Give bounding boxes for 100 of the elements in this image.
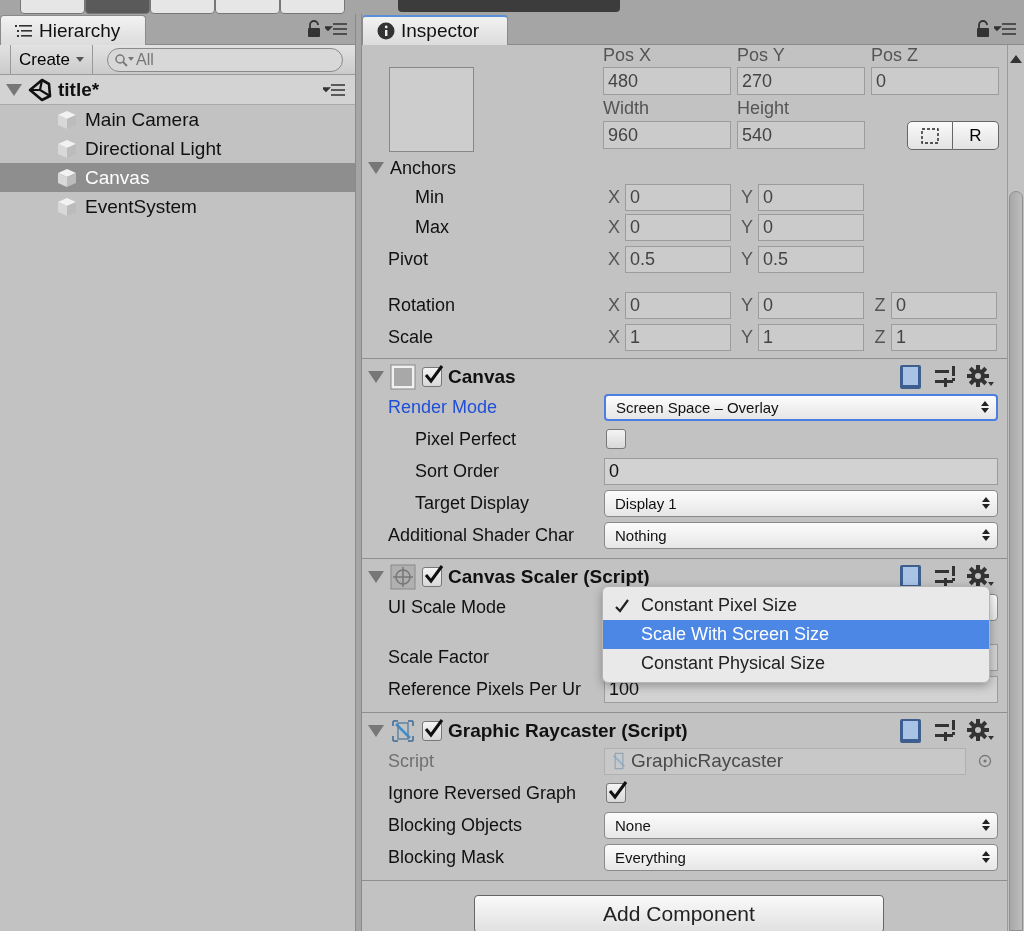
hierarchy-item[interactable]: Canvas	[0, 163, 355, 192]
foldout-icon[interactable]	[368, 570, 384, 584]
settings-icon[interactable]	[967, 365, 996, 389]
caret-icon	[76, 56, 85, 63]
menu-item[interactable]: Constant Pixel Size	[603, 591, 989, 620]
axis-label: Y	[740, 295, 754, 316]
field-label: Pos X	[603, 45, 652, 65]
property-label: Render Mode	[388, 396, 498, 418]
checkbox[interactable]	[606, 429, 626, 449]
component-title: Canvas	[448, 366, 516, 388]
settings-icon[interactable]	[967, 565, 996, 589]
checkbox[interactable]	[422, 367, 442, 387]
inspector-tab[interactable]: Inspector	[362, 15, 508, 45]
input-field[interactable]: 0.5	[625, 246, 731, 273]
dropdown[interactable]: Nothing	[604, 521, 998, 549]
property-label: Min	[415, 187, 444, 207]
info-icon	[377, 22, 395, 40]
scene-name: title*	[58, 78, 100, 101]
scrollbar[interactable]	[1007, 45, 1024, 931]
input-field[interactable]: 0	[758, 292, 864, 319]
checkbox[interactable]	[422, 721, 442, 741]
sliders-icon[interactable]	[933, 565, 958, 589]
property-label: Anchors	[390, 157, 457, 179]
property-label: Reference Pixels Per Ur	[388, 678, 582, 700]
property-label: Blocking Objects	[388, 814, 523, 836]
input-field[interactable]: 270	[737, 67, 865, 95]
create-button[interactable]: Create	[10, 45, 94, 74]
book-icon[interactable]	[899, 364, 924, 390]
blueprint-button[interactable]	[907, 121, 953, 150]
updown-arrows-icon	[982, 529, 990, 541]
dropdown[interactable]: Everything	[604, 843, 998, 871]
dropdown[interactable]: None	[604, 811, 998, 839]
foldout-icon[interactable]	[6, 82, 22, 97]
input-field[interactable]: 0	[604, 457, 998, 485]
menu-item[interactable]: Scale With Screen Size	[603, 620, 989, 649]
sliders-icon[interactable]	[933, 719, 958, 743]
canvas-icon	[390, 364, 416, 390]
axis-label: X	[607, 295, 621, 316]
checkbox[interactable]	[606, 783, 626, 803]
input-field[interactable]: 0.5	[758, 246, 864, 273]
input-field[interactable]: 1	[625, 324, 731, 351]
lock-icon[interactable]	[976, 20, 990, 38]
cube-logo-icon	[28, 77, 52, 102]
input-field[interactable]: 0	[758, 184, 864, 211]
property-label: Max	[415, 217, 449, 237]
menu-icon[interactable]	[325, 22, 347, 36]
scaler-icon	[390, 564, 416, 590]
input-field[interactable]: 0	[625, 292, 731, 319]
property-label: Scale Factor	[388, 646, 490, 668]
menu-item[interactable]: Constant Physical Size	[603, 649, 989, 678]
dropdown[interactable]: Screen Space – Overlay	[604, 393, 998, 421]
axis-label: X	[607, 327, 621, 348]
search-icon	[114, 52, 137, 67]
hierarchy-item[interactable]: Directional Light	[0, 134, 355, 163]
hierarchy-tab[interactable]: Hierarchy	[0, 15, 146, 45]
input-field[interactable]: 1	[891, 324, 997, 351]
raw-button[interactable]: R	[953, 121, 999, 150]
settings-icon[interactable]	[967, 719, 996, 743]
property-label: Additional Shader Char	[388, 524, 575, 546]
component-title: Canvas Scaler (Script)	[448, 566, 650, 588]
property-label: UI Scale Mode	[388, 596, 507, 618]
updown-arrows-icon	[982, 819, 990, 831]
book-icon[interactable]	[899, 718, 924, 744]
dropdown[interactable]: Display 1	[604, 489, 998, 517]
property-label: Script	[388, 750, 434, 772]
axis-label: Z	[873, 295, 887, 316]
menu-icon[interactable]	[994, 22, 1016, 36]
arrow-up-icon[interactable]	[1010, 55, 1022, 63]
menu-icon[interactable]	[323, 82, 345, 97]
sliders-icon[interactable]	[933, 365, 958, 389]
axis-label: X	[607, 249, 621, 270]
hierarchy-item[interactable]: Main Camera	[0, 105, 355, 134]
axis-label: Y	[740, 327, 754, 348]
input-field[interactable]: 0	[758, 214, 864, 241]
input-field[interactable]: 540	[737, 121, 865, 149]
field-label: Pos Y	[737, 45, 785, 65]
raycaster-icon	[390, 718, 416, 744]
input-field[interactable]: 1	[758, 324, 864, 351]
updown-arrows-icon	[982, 497, 990, 509]
input-field[interactable]: 0	[871, 67, 999, 95]
input-field[interactable]: 0	[891, 292, 997, 319]
add-component-button[interactable]: Add Component	[474, 895, 884, 931]
foldout-icon[interactable]	[368, 370, 384, 384]
foldout-icon[interactable]	[368, 724, 384, 738]
axis-label: Z	[873, 327, 887, 348]
field-label: Pos Z	[871, 45, 918, 65]
input-field[interactable]: 960	[603, 121, 731, 149]
foldout-icon[interactable]	[368, 161, 384, 175]
hierarchy-item[interactable]: EventSystem	[0, 192, 355, 221]
anchor-preview[interactable]	[389, 67, 474, 152]
target-icon[interactable]	[978, 754, 992, 768]
axis-label: X	[607, 187, 621, 208]
updown-arrows-icon	[981, 401, 989, 413]
lock-icon[interactable]	[307, 20, 321, 38]
checkbox[interactable]	[422, 567, 442, 587]
input-field[interactable]: 0	[625, 184, 731, 211]
scrollbar-thumb[interactable]	[1009, 191, 1023, 931]
input-field[interactable]: 0	[625, 214, 731, 241]
axis-label: X	[607, 217, 621, 238]
input-field[interactable]: 480	[603, 67, 731, 95]
